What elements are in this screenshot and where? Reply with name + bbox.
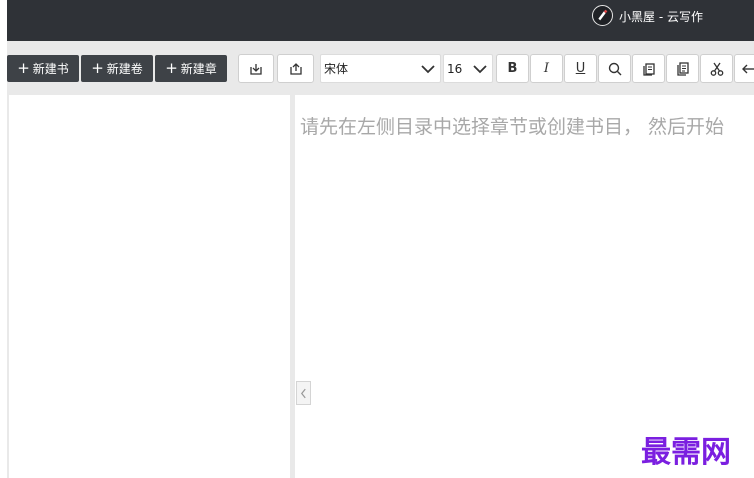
font-family-select[interactable]: 宋体: [320, 54, 441, 83]
import-button[interactable]: [238, 54, 274, 83]
undo-icon: [742, 64, 754, 73]
pen-nib-icon: [592, 5, 613, 26]
italic-label: I: [543, 61, 550, 76]
copy-button[interactable]: [632, 54, 665, 83]
export-icon: [289, 62, 302, 75]
plus-icon: +: [91, 59, 104, 77]
cut-button[interactable]: [700, 54, 733, 83]
new-volume-button[interactable]: + 新建卷: [81, 55, 153, 82]
chevron-down-icon: [421, 65, 435, 74]
chevron-left-icon: [300, 388, 306, 398]
new-book-label: 新建书: [32, 62, 69, 76]
bold-label: B: [507, 61, 518, 76]
editor-placeholder: 请先在左侧目录中选择章节或创建书目， 然后开始: [300, 116, 725, 138]
italic-button[interactable]: I: [530, 54, 563, 83]
chapter-directory-panel[interactable]: [9, 95, 290, 478]
new-book-button[interactable]: + 新建书: [7, 55, 79, 82]
plus-icon: +: [165, 59, 178, 77]
underline-button[interactable]: U: [564, 54, 597, 83]
chevron-down-icon: [473, 65, 487, 74]
search-button[interactable]: [598, 54, 631, 83]
font-size-value: 16: [447, 61, 463, 76]
plus-icon: +: [17, 59, 30, 77]
paste-icon: [676, 61, 689, 76]
import-icon: [250, 63, 262, 75]
new-chapter-label: 新建章: [180, 62, 217, 76]
new-volume-label: 新建卷: [106, 62, 143, 76]
search-icon: [608, 62, 621, 75]
undo-button[interactable]: [734, 54, 754, 83]
copy-icon: [642, 62, 655, 76]
collapse-sidebar-button[interactable]: [296, 381, 311, 405]
bold-button[interactable]: B: [496, 54, 529, 83]
left-edge: [0, 0, 7, 478]
font-family-value: 宋体: [324, 62, 349, 76]
editor-area[interactable]: 请先在左侧目录中选择章节或创建书目， 然后开始: [295, 95, 754, 478]
watermark-logo: 最需网: [641, 435, 731, 470]
toolbar: + 新建书 + 新建卷 + 新建章 宋体 16 B I U: [7, 41, 754, 95]
export-button[interactable]: [277, 54, 314, 83]
scissors-icon: [710, 62, 723, 76]
font-size-select[interactable]: 16: [443, 54, 493, 83]
app-title: 小黑屋 - 云写作: [619, 10, 703, 24]
new-chapter-button[interactable]: + 新建章: [155, 55, 227, 82]
underline-label: U: [575, 61, 586, 76]
paste-button[interactable]: [666, 54, 699, 83]
